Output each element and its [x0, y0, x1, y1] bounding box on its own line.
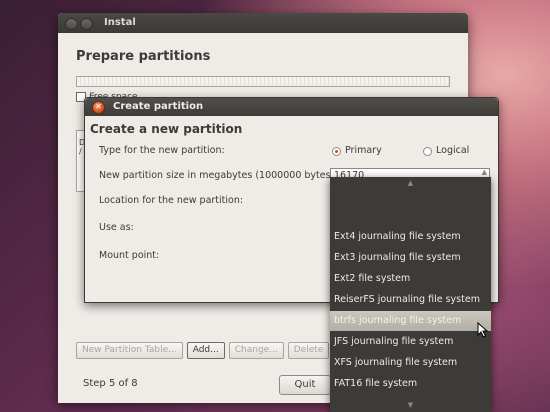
partition-buttons: New Partition Table... Add... Change... Del… — [76, 342, 361, 359]
installer-title: Instal — [104, 17, 136, 28]
partition-bar — [76, 76, 450, 87]
scroll-down-icon[interactable]: ▼ — [330, 401, 491, 409]
page-title: Prepare partitions — [76, 49, 211, 64]
logical-radio[interactable] — [423, 147, 432, 156]
primary-radio[interactable] — [332, 147, 341, 156]
menu-item-ext4[interactable]: Ext4 journaling file system — [330, 227, 491, 247]
logical-radio-label[interactable]: Logical — [436, 145, 469, 156]
new-partition-table-button[interactable]: New Partition Table... — [76, 342, 183, 359]
primary-radio-label[interactable]: Primary — [345, 145, 382, 156]
installer-titlebar[interactable]: Instal — [58, 13, 468, 33]
location-label: Location for the new partition: — [99, 195, 244, 206]
quit-button[interactable]: Quit — [279, 375, 331, 395]
scroll-up-icon[interactable]: ▲ — [330, 179, 491, 187]
menu-item-reiserfs[interactable]: ReiserFS journaling file system — [330, 290, 491, 310]
filesystem-dropdown-menu[interactable]: ▲ Ext4 journaling file system Ext3 journ… — [330, 177, 491, 412]
mount-point-label: Mount point: — [99, 250, 160, 261]
delete-partition-button[interactable]: Delete — [287, 342, 330, 359]
menu-item-jfs[interactable]: JFS journaling file system — [330, 332, 491, 352]
dialog-titlebar[interactable]: ✕ Create partition — [85, 98, 498, 116]
dialog-title: Create partition — [113, 101, 204, 112]
add-partition-button[interactable]: Add... — [186, 342, 225, 359]
menu-item-ext3[interactable]: Ext3 journaling file system — [330, 248, 491, 268]
partition-size-label: New partition size in megabytes (1000000… — [99, 170, 338, 181]
minimize-window-icon[interactable] — [80, 18, 93, 30]
menu-item-ext2[interactable]: Ext2 file system — [330, 269, 491, 289]
close-window-icon[interactable] — [65, 18, 78, 30]
use-as-label: Use as: — [99, 222, 134, 233]
step-indicator: Step 5 of 8 — [83, 378, 138, 389]
menu-item-btrfs[interactable]: btrfs journaling file system — [330, 311, 491, 331]
menu-item-xfs[interactable]: XFS journaling file system — [330, 353, 491, 373]
close-icon[interactable]: ✕ — [92, 101, 105, 114]
menu-item-fat16[interactable]: FAT16 file system — [330, 374, 491, 394]
partition-type-label: Type for the new partition: — [99, 145, 225, 156]
change-partition-button[interactable]: Change... — [228, 342, 284, 359]
mouse-pointer-icon — [477, 322, 489, 338]
dialog-heading: Create a new partition — [90, 122, 243, 136]
